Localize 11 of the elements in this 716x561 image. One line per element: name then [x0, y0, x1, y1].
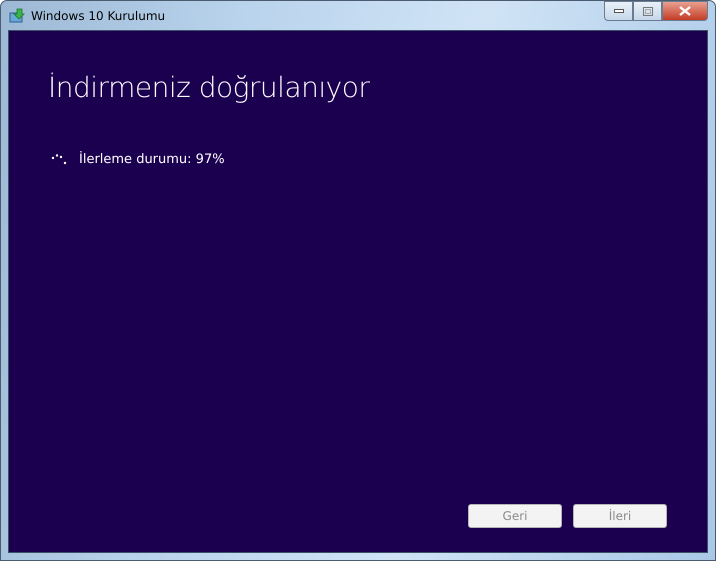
page-heading: İndirmeniz doğrulanıyor [48, 71, 371, 104]
minimize-button[interactable] [604, 1, 633, 21]
maximize-button[interactable] [633, 1, 662, 21]
progress-status: İlerleme durumu: 97% [79, 152, 225, 167]
close-icon [679, 6, 691, 16]
setup-icon [9, 8, 25, 24]
window-title: Windows 10 Kurulumu [31, 8, 166, 22]
minimize-icon [614, 9, 624, 13]
maximize-icon [642, 6, 652, 16]
spinner-icon [51, 154, 67, 166]
close-button[interactable] [662, 1, 708, 21]
